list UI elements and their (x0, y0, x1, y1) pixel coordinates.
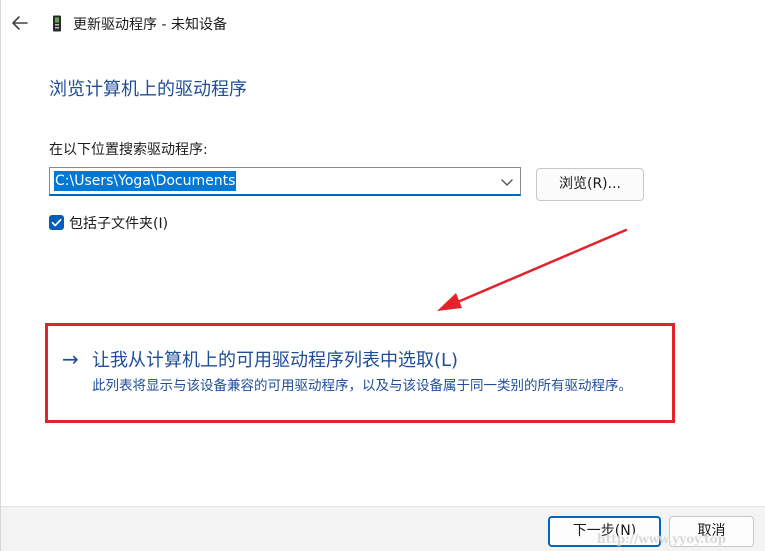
update-driver-dialog: 更新驱动程序 - 未知设备 浏览计算机上的驱动程序 在以下位置搜索驱动程序: C… (0, 0, 765, 551)
watermark-text: http://www.yyoy.top (597, 532, 727, 546)
path-input-value[interactable]: C:\Users\Yoga\Documents (54, 171, 237, 191)
include-subfolders-checkbox[interactable] (49, 215, 64, 230)
pick-from-list-title[interactable]: 让我从计算机上的可用驱动程序列表中选取(L) (92, 346, 458, 372)
search-location-label: 在以下位置搜索驱动程序: (49, 142, 208, 158)
chevron-down-icon[interactable] (500, 175, 514, 189)
pick-from-list-description: 此列表将显示与该设备兼容的可用驱动程序，以及与该设备属于同一类别的所有驱动程序。 (92, 378, 632, 394)
browse-button[interactable]: 浏览(R)... (536, 168, 644, 201)
path-combobox[interactable]: C:\Users\Yoga\Documents (49, 167, 521, 196)
arrow-right-icon: → (62, 347, 79, 371)
back-button[interactable] (9, 12, 31, 34)
window-title: 更新驱动程序 - 未知设备 (73, 17, 227, 33)
include-subfolders-label[interactable]: 包括子文件夹(I) (69, 213, 168, 233)
device-icon (53, 15, 61, 32)
page-heading: 浏览计算机上的驱动程序 (49, 79, 247, 100)
title-bar: 更新驱动程序 - 未知设备 (1, 0, 765, 46)
pick-from-list-option[interactable]: → 让我从计算机上的可用驱动程序列表中选取(L) 此列表将显示与该设备兼容的可用… (45, 323, 675, 423)
back-arrow-icon (12, 16, 28, 30)
checkmark-icon (51, 218, 62, 227)
